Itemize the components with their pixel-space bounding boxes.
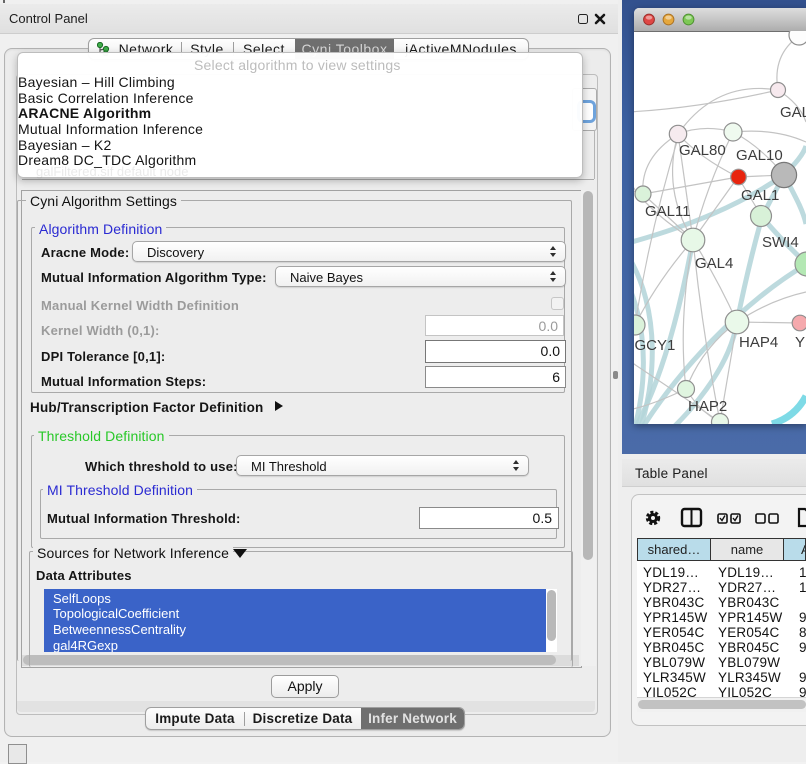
svg-text:GAL4: GAL4 <box>695 255 733 272</box>
svg-text:GAL2: GAL2 <box>780 104 806 121</box>
svg-text:HAP4: HAP4 <box>739 334 778 351</box>
svg-text:GAL1: GAL1 <box>741 187 779 204</box>
svg-text:HAP2: HAP2 <box>688 398 727 415</box>
svg-text:Y: Y <box>795 334 805 351</box>
svg-text:GAL80: GAL80 <box>679 142 726 159</box>
svg-text:GCY1: GCY1 <box>635 337 676 354</box>
svg-text:GAL11: GAL11 <box>645 203 691 220</box>
svg-text:GAL10: GAL10 <box>736 147 783 164</box>
svg-text:SWI4: SWI4 <box>762 234 799 251</box>
